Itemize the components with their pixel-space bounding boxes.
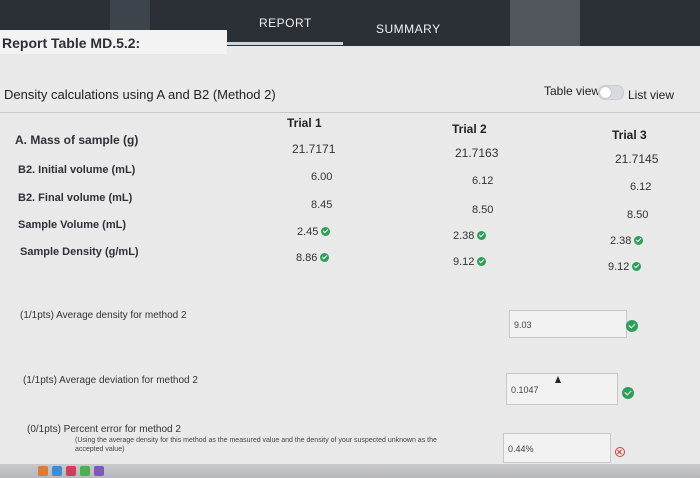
cell-sample-volume-trial-3: 2.38 — [610, 235, 644, 247]
divider — [0, 112, 700, 113]
check-circle-icon — [477, 257, 487, 266]
cell-value: 2.38 — [453, 230, 475, 242]
cell-sample-volume-trial-1: 2.45 — [297, 226, 331, 238]
column-header-trial-1: Trial 1 — [287, 116, 322, 130]
taskbar — [0, 464, 700, 478]
column-header-trial-3: Trial 3 — [612, 128, 647, 142]
tab-report[interactable]: REPORT — [259, 16, 312, 30]
check-circle-icon — [477, 231, 487, 240]
cell-sample-density-trial-2: 9.12 — [453, 256, 487, 268]
error-circle-icon — [615, 447, 625, 457]
view-toggle-switch[interactable] — [598, 85, 624, 100]
dock-app-icon[interactable] — [94, 466, 104, 476]
dock-app-icon[interactable] — [80, 466, 90, 476]
cursor-icon — [555, 376, 561, 383]
cell-value: 9.12 — [608, 261, 630, 273]
check-circle-icon — [632, 262, 642, 271]
cell-mass-trial-3: 21.7145 — [615, 152, 659, 166]
question-average-density: (1/1pts) Average density for method 2 — [20, 310, 187, 321]
tab-summary[interactable]: SUMMARY — [376, 22, 441, 36]
cell-initial-volume-trial-1: 6.00 — [311, 171, 333, 183]
dock-app-icon[interactable] — [66, 466, 76, 476]
cell-sample-volume-trial-2: 2.38 — [453, 230, 487, 242]
check-circle-icon — [321, 227, 331, 236]
row-label-sample-volume: Sample Volume (mL) — [18, 219, 126, 231]
column-header-trial-2: Trial 2 — [452, 122, 487, 136]
dock-app-icon[interactable] — [38, 466, 48, 476]
answer-average-density-input[interactable]: 9.03 — [509, 310, 627, 338]
check-circle-icon — [634, 236, 644, 245]
cell-initial-volume-trial-2: 6.12 — [472, 175, 494, 187]
section-title: Density calculations using A and B2 (Met… — [4, 87, 276, 102]
table-view-label[interactable]: Table view — [544, 84, 600, 98]
question-percent-error-hint: (Using the average density for this meth… — [75, 437, 437, 453]
cell-initial-volume-trial-3: 6.12 — [630, 181, 652, 193]
cell-sample-density-trial-3: 9.12 — [608, 261, 642, 273]
dock-app-icon[interactable] — [52, 466, 62, 476]
check-circle-icon — [622, 387, 634, 399]
cell-value: 9.12 — [453, 256, 475, 268]
row-label-initial-volume: B2. Initial volume (mL) — [18, 164, 136, 176]
list-view-label[interactable]: List view — [628, 88, 674, 102]
row-label-sample-density: Sample Density (g/mL) — [20, 246, 139, 258]
active-tab-indicator — [215, 42, 343, 45]
row-label-mass: A. Mass of sample (g) — [15, 133, 139, 147]
answer-average-deviation-input[interactable]: 0.1047 — [506, 373, 618, 405]
cell-mass-trial-2: 21.7163 — [455, 146, 499, 160]
page-title: Report Table MD.5.2: Calculations — [0, 30, 227, 54]
cell-value: 2.38 — [610, 235, 632, 247]
cell-sample-density-trial-1: 8.86 — [296, 252, 330, 264]
cell-final-volume-trial-3: 8.50 — [627, 209, 649, 221]
answer-percent-error-input[interactable]: 0.44% — [503, 433, 611, 463]
cell-final-volume-trial-2: 8.50 — [472, 204, 494, 216]
blurred-region — [510, 0, 580, 46]
cell-value: 8.86 — [296, 252, 318, 264]
cell-value: 2.45 — [297, 226, 319, 238]
check-circle-icon — [626, 320, 638, 332]
question-average-deviation: (1/1pts) Average deviation for method 2 — [23, 375, 198, 386]
row-label-final-volume: B2. Final volume (mL) — [18, 192, 133, 204]
cell-mass-trial-1: 21.7171 — [292, 142, 336, 156]
cell-final-volume-trial-1: 8.45 — [311, 199, 333, 211]
question-percent-error: (0/1pts) Percent error for method 2 — [27, 424, 181, 435]
check-circle-icon — [320, 253, 330, 262]
